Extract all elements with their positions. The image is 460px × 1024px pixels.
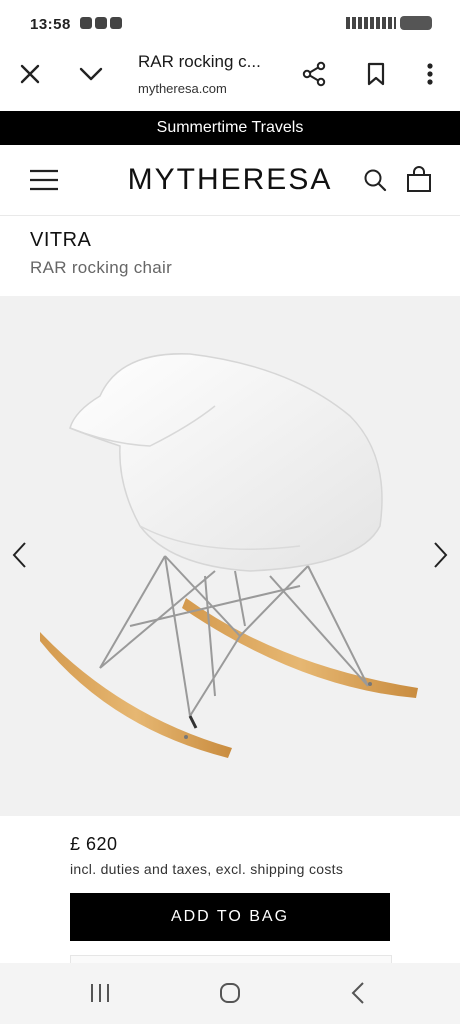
back-icon[interactable] [336,975,380,1011]
signal-icon [346,17,396,29]
page-url[interactable]: mytheresa.com [138,81,227,96]
close-icon[interactable] [12,56,48,92]
notification-icon [80,17,92,29]
chevron-left-icon[interactable] [4,535,34,575]
notification-icon [95,17,107,29]
search-icon[interactable] [357,162,393,198]
product-price: £ 620 [70,834,118,854]
chevron-right-icon[interactable] [426,535,456,575]
promo-banner-text: Summertime Travels [156,119,304,136]
notification-icon [110,17,122,29]
add-to-bag-button[interactable]: ADD TO BAG [70,893,390,941]
more-vert-icon[interactable] [412,56,448,92]
shopping-bag-icon[interactable] [401,161,437,197]
rocking-chair-illustration [40,353,418,758]
product-image[interactable] [0,296,460,816]
product-name: RAR rocking chair [30,258,173,277]
recents-icon[interactable] [78,975,122,1011]
bookmark-icon[interactable] [358,56,394,92]
notification-icons [80,17,122,29]
system-status-icons [346,16,432,30]
status-bar: 13:58 [0,0,460,50]
share-icon[interactable] [296,56,332,92]
chevron-down-icon[interactable] [73,56,109,92]
price-note: incl. duties and taxes, excl. shipping c… [70,861,344,877]
home-icon[interactable] [208,975,252,1011]
page-title[interactable]: RAR rocking c... [138,52,261,72]
battery-icon [400,16,432,30]
status-time: 13:58 [30,16,71,33]
product-brand[interactable]: VITRA [30,229,91,252]
promo-banner[interactable]: Summertime Travels [0,111,460,145]
